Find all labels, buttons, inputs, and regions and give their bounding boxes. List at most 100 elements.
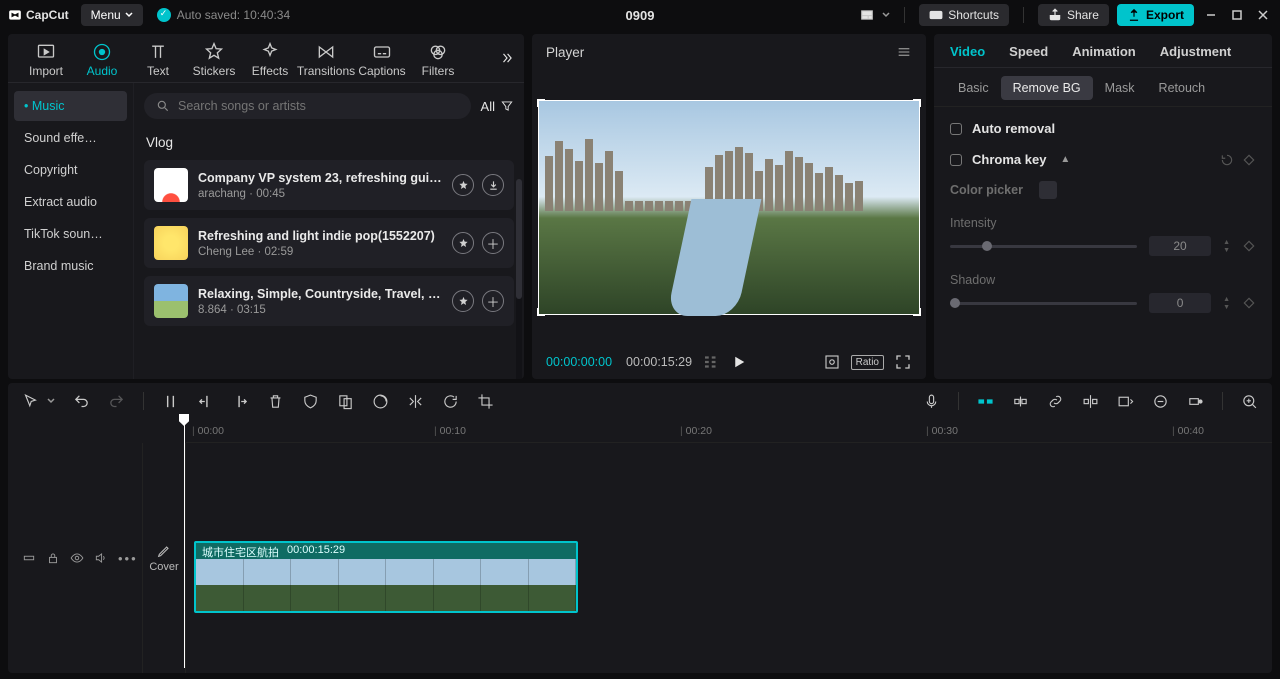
sidebar-item-tiktok-sounds[interactable]: TikTok soun… xyxy=(14,219,127,249)
tab-filters[interactable]: Filters xyxy=(410,36,466,82)
split-right-icon[interactable] xyxy=(232,393,249,410)
subtab-remove-bg[interactable]: Remove BG xyxy=(1001,76,1093,100)
play-icon[interactable] xyxy=(730,353,748,371)
safe-area-icon[interactable] xyxy=(823,353,841,371)
mic-icon[interactable] xyxy=(923,393,940,410)
filter-all-button[interactable]: All xyxy=(481,99,514,114)
chroma-key-toggle[interactable]: Chroma key ▲ xyxy=(950,152,1256,167)
redo-icon[interactable] xyxy=(108,393,125,410)
track-card[interactable]: Refreshing and light indie pop(1552207) … xyxy=(144,218,514,268)
intensity-value[interactable]: 20 xyxy=(1149,236,1211,256)
maximize-button[interactable] xyxy=(1228,6,1246,24)
tab-captions[interactable]: Captions xyxy=(354,36,410,82)
color-swatch[interactable] xyxy=(1039,181,1057,199)
cover-button[interactable]: Cover xyxy=(142,443,186,673)
delete-icon[interactable] xyxy=(267,393,284,410)
more-icon[interactable]: ••• xyxy=(118,551,138,566)
timeline-ruler[interactable]: 00:00 00:10 00:20 00:30 00:40 xyxy=(186,419,1272,443)
export-button[interactable]: Export xyxy=(1117,4,1194,26)
zoom-out-icon[interactable] xyxy=(1152,393,1169,410)
fullscreen-icon[interactable] xyxy=(894,353,912,371)
chevron-down-icon[interactable] xyxy=(882,11,890,19)
eye-icon[interactable] xyxy=(70,551,84,565)
shield-icon[interactable] xyxy=(302,393,319,410)
keyframe-icon[interactable] xyxy=(1242,153,1256,167)
stepper-icon[interactable]: ▲▼ xyxy=(1223,296,1230,311)
split-left-icon[interactable] xyxy=(197,393,214,410)
inspector-tab-speed[interactable]: Speed xyxy=(1009,44,1048,59)
track-card[interactable]: Relaxing, Simple, Countryside, Travel, N… xyxy=(144,276,514,326)
player-canvas[interactable] xyxy=(538,100,920,315)
shadow-value[interactable]: 0 xyxy=(1149,293,1211,313)
download-button[interactable] xyxy=(482,174,504,196)
favorite-button[interactable] xyxy=(452,232,474,254)
tab-transitions[interactable]: Transitions xyxy=(298,36,354,82)
speed-icon[interactable] xyxy=(372,393,389,410)
sidebar-item-brand-music[interactable]: Brand music xyxy=(14,251,127,281)
keyframe-icon[interactable] xyxy=(1242,239,1256,253)
snap-icon[interactable] xyxy=(1082,393,1099,410)
mute-icon[interactable] xyxy=(94,551,108,565)
menu-button[interactable]: Menu xyxy=(81,4,143,26)
scrollbar[interactable] xyxy=(516,179,522,379)
project-title[interactable]: 0909 xyxy=(626,8,655,23)
auto-removal-toggle[interactable]: Auto removal xyxy=(950,121,1256,136)
favorite-button[interactable] xyxy=(452,290,474,312)
preview-mode-icon[interactable] xyxy=(1117,393,1134,410)
sidebar-item-music[interactable]: • Music xyxy=(14,91,127,121)
tab-effects[interactable]: Effects xyxy=(242,36,298,82)
share-button[interactable]: Share xyxy=(1038,4,1109,26)
favorite-button[interactable] xyxy=(452,174,474,196)
intensity-slider[interactable] xyxy=(950,245,1137,248)
reset-icon[interactable] xyxy=(1220,153,1234,167)
magnet-icon[interactable] xyxy=(1012,393,1029,410)
close-button[interactable] xyxy=(1254,6,1272,24)
magnet-main-icon[interactable] xyxy=(977,393,994,410)
undo-icon[interactable] xyxy=(73,393,90,410)
sidebar-item-sound-effects[interactable]: Sound effe… xyxy=(14,123,127,153)
subtab-mask[interactable]: Mask xyxy=(1093,76,1147,100)
stepper-icon[interactable]: ▲▼ xyxy=(1223,239,1230,254)
rotate-icon[interactable] xyxy=(442,393,459,410)
inspector-tab-animation[interactable]: Animation xyxy=(1072,44,1136,59)
tab-import[interactable]: Import xyxy=(18,36,74,82)
search-input[interactable] xyxy=(144,93,471,119)
duplicate-icon[interactable] xyxy=(337,393,354,410)
layout-stack-icon[interactable] xyxy=(702,353,720,371)
subtab-retouch[interactable]: Retouch xyxy=(1147,76,1218,100)
pointer-icon[interactable] xyxy=(22,393,39,410)
minimize-button[interactable] xyxy=(1202,6,1220,24)
sidebar-item-extract-audio[interactable]: Extract audio xyxy=(14,187,127,217)
inspector-tab-adjustment[interactable]: Adjustment xyxy=(1160,44,1232,59)
tab-audio[interactable]: Audio xyxy=(74,36,130,82)
layout-icon[interactable] xyxy=(860,8,874,22)
menu-icon[interactable] xyxy=(896,44,912,60)
add-button[interactable]: ＋ xyxy=(482,232,504,254)
tab-stickers[interactable]: Stickers xyxy=(186,36,242,82)
inspector-tab-video[interactable]: Video xyxy=(950,44,985,59)
track-marker-icon[interactable] xyxy=(1187,393,1204,410)
effects-icon xyxy=(260,42,280,62)
media-tabs: Import Audio Text Stickers Effects Trans… xyxy=(8,34,524,82)
shortcuts-button[interactable]: Shortcuts xyxy=(919,4,1009,26)
tab-text[interactable]: Text xyxy=(130,36,186,82)
collapse-icon[interactable] xyxy=(22,551,36,565)
sidebar-item-copyright[interactable]: Copyright xyxy=(14,155,127,185)
tabs-overflow-button[interactable] xyxy=(496,47,518,69)
ratio-button[interactable]: Ratio xyxy=(851,355,884,370)
add-button[interactable]: ＋ xyxy=(482,290,504,312)
zoom-in-icon[interactable] xyxy=(1241,393,1258,410)
timeline-tracks[interactable]: 城市住宅区航拍 00:00:15:29 xyxy=(186,443,1272,673)
mirror-icon[interactable] xyxy=(407,393,424,410)
link-icon[interactable] xyxy=(1047,393,1064,410)
track-card[interactable]: Company VP system 23, refreshing guita… … xyxy=(144,160,514,210)
lock-icon[interactable] xyxy=(46,551,60,565)
split-icon[interactable] xyxy=(162,393,179,410)
subtab-basic[interactable]: Basic xyxy=(946,76,1001,100)
keyframe-icon[interactable] xyxy=(1242,296,1256,310)
shadow-slider[interactable] xyxy=(950,302,1137,305)
crop-icon[interactable] xyxy=(477,393,494,410)
chevron-down-icon[interactable] xyxy=(47,397,55,405)
video-clip[interactable]: 城市住宅区航拍 00:00:15:29 xyxy=(194,541,578,613)
playhead[interactable] xyxy=(184,414,185,668)
